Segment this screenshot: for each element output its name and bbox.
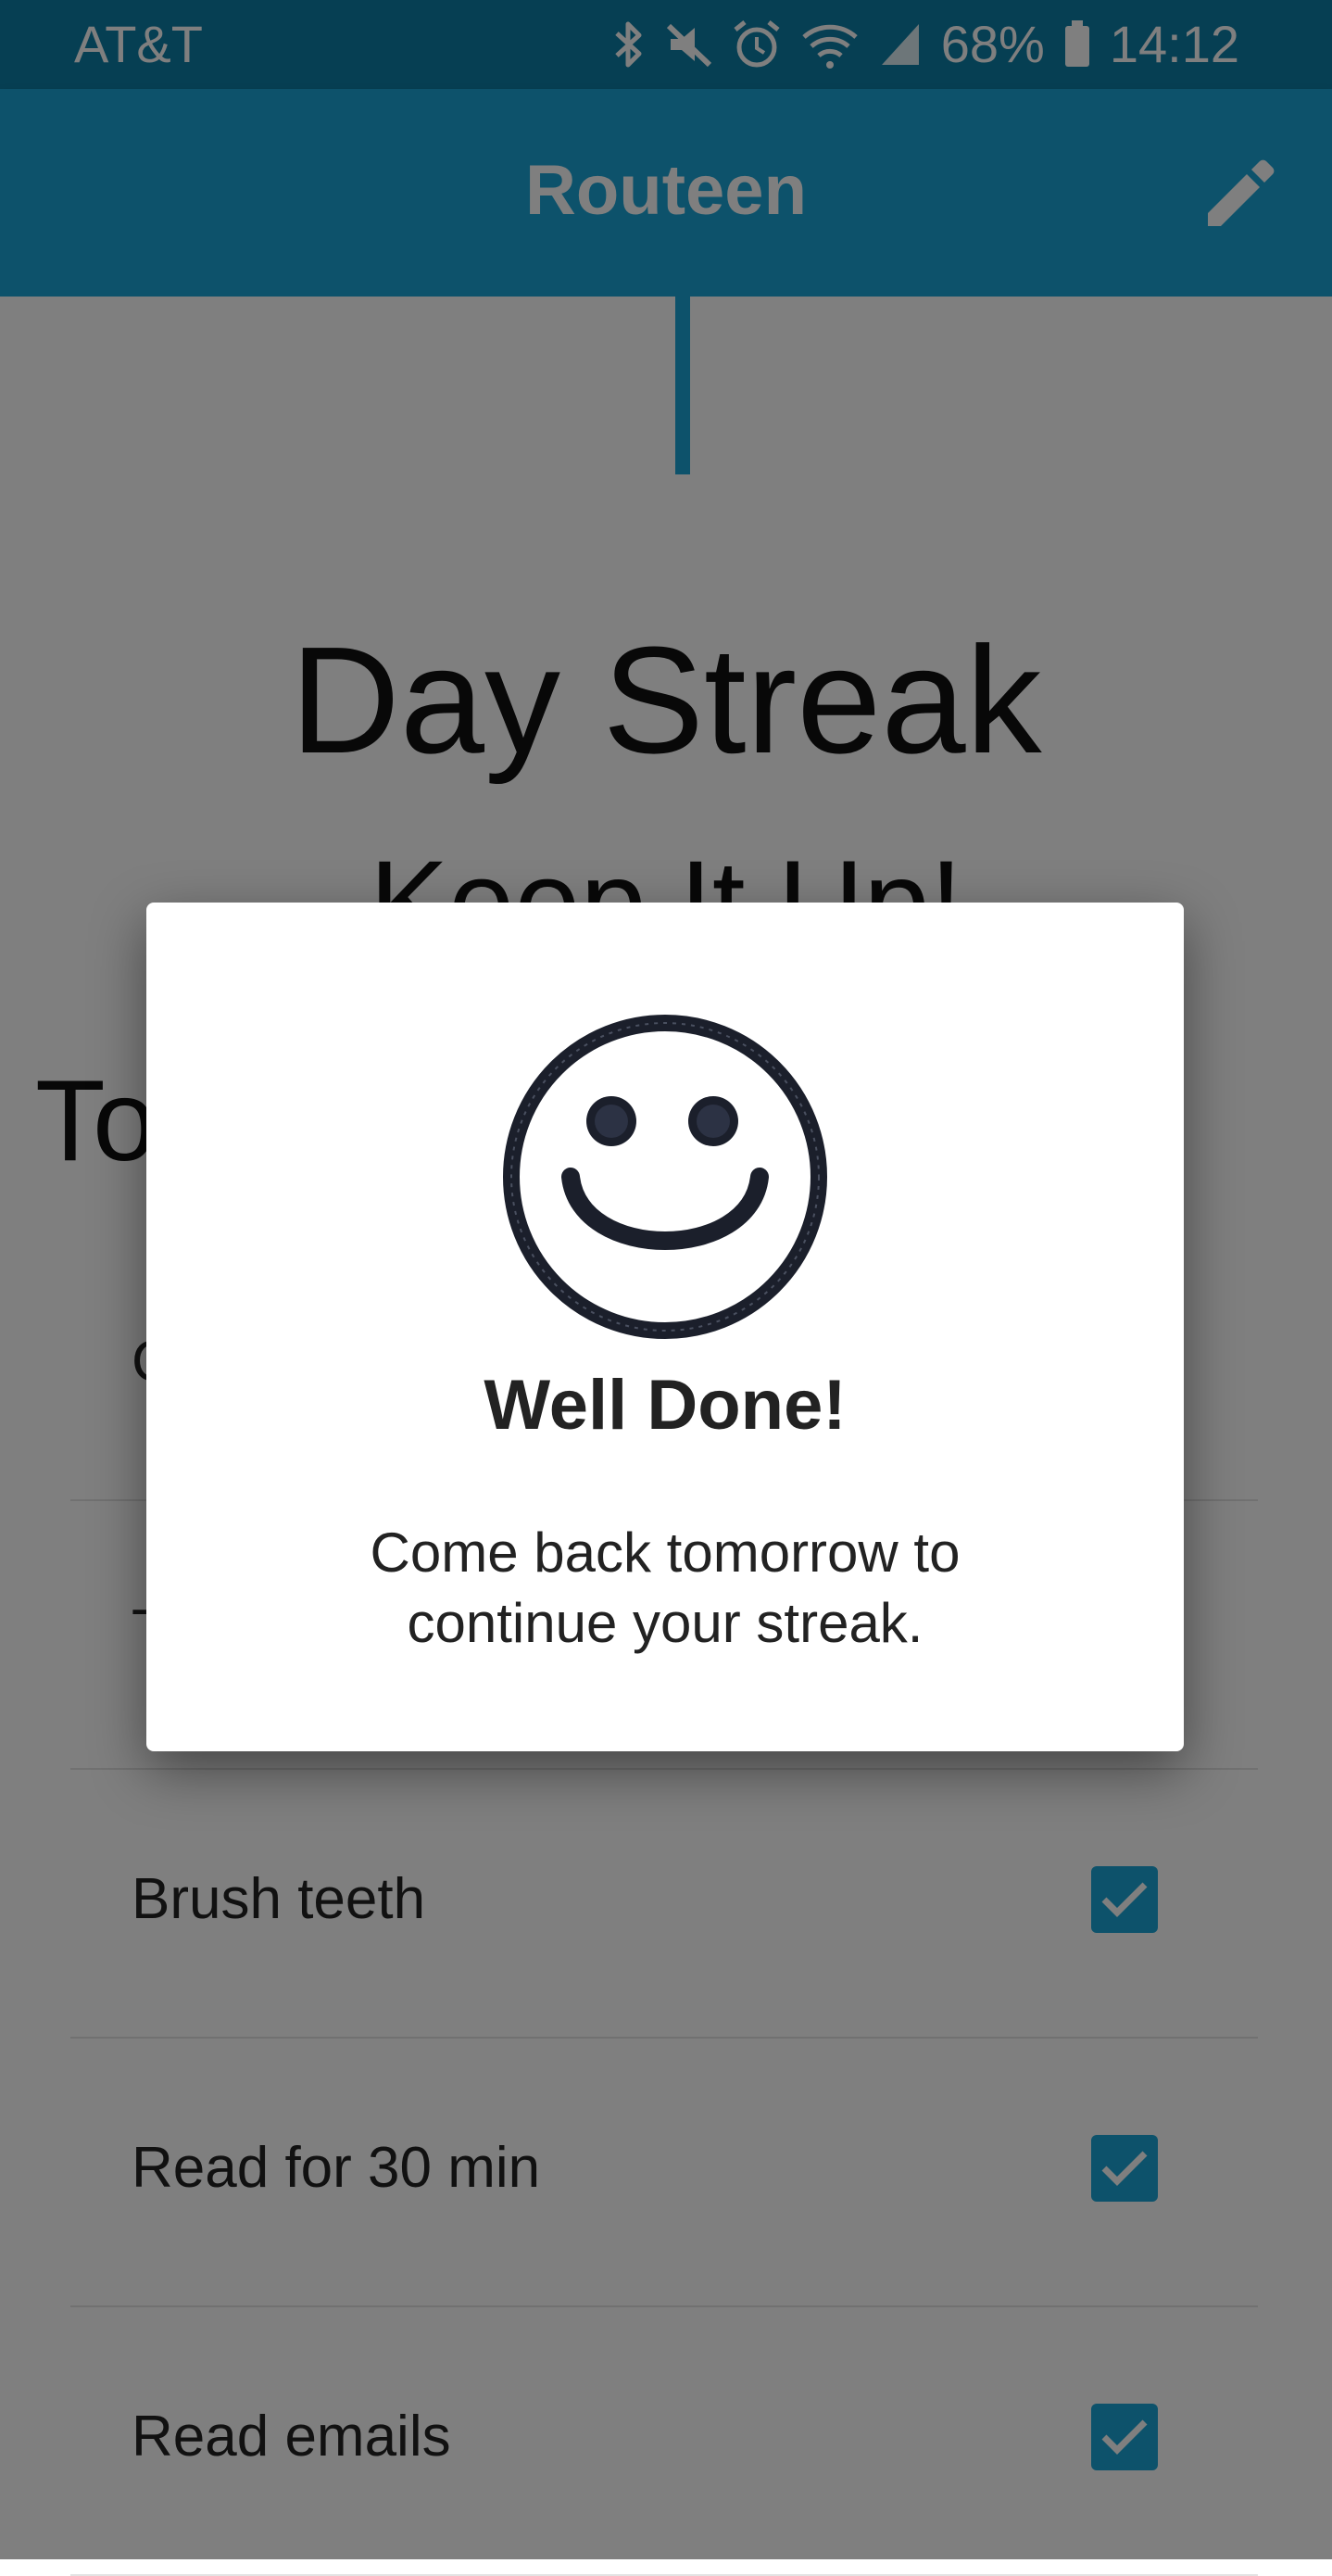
smiley-face-icon <box>503 1015 827 1339</box>
well-done-dialog: Well Done! Come back tomorrow to continu… <box>146 903 1184 1751</box>
dialog-title: Well Done! <box>484 1366 847 1445</box>
dialog-message: Come back tomorrow to continue your stre… <box>370 1522 961 1654</box>
